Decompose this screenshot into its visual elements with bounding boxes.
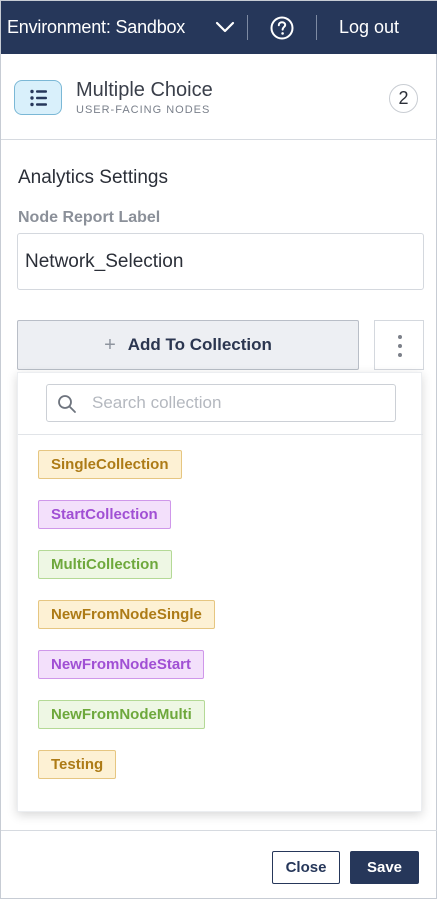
more-options-button[interactable] bbox=[374, 320, 424, 370]
analytics-section-title: Analytics Settings bbox=[18, 167, 168, 188]
collection-tag[interactable]: MultiCollection bbox=[38, 550, 172, 579]
node-count-badge: 2 bbox=[389, 84, 418, 113]
collection-tag[interactable]: NewFromNodeStart bbox=[38, 650, 205, 679]
divider bbox=[316, 15, 317, 40]
environment-label: Environment: Sandbox bbox=[7, 17, 186, 37]
report-label-caption: Node Report Label bbox=[18, 209, 161, 226]
logout-link[interactable]: Log out bbox=[339, 1, 399, 54]
collection-dropdown: SingleCollection StartCollection MultiColl… bbox=[17, 372, 423, 812]
add-to-collection-button[interactable]: + Add To Collection bbox=[17, 320, 359, 370]
more-vertical-icon bbox=[398, 353, 402, 357]
collection-search-input[interactable] bbox=[46, 384, 396, 422]
collection-tag[interactable]: NewFromNodeMulti bbox=[38, 700, 205, 729]
node-header: Multiple Choice USER-FACING NODES 2 bbox=[1, 54, 437, 140]
collection-tag[interactable]: SingleCollection bbox=[38, 450, 182, 479]
node-title: Multiple Choice bbox=[76, 79, 213, 101]
node-subtitle: USER-FACING NODES bbox=[76, 104, 211, 116]
collection-search-area bbox=[18, 373, 423, 435]
close-button[interactable]: Close bbox=[272, 851, 340, 884]
more-vertical-icon bbox=[398, 335, 402, 339]
chevron-down-icon[interactable] bbox=[214, 18, 236, 36]
collection-tag[interactable]: StartCollection bbox=[38, 500, 171, 529]
footer-bar: Close Save bbox=[1, 830, 437, 899]
help-icon[interactable] bbox=[270, 16, 294, 40]
top-bar: Environment: Sandbox Log out bbox=[1, 1, 437, 54]
more-vertical-icon bbox=[398, 344, 402, 348]
list-icon bbox=[14, 80, 62, 115]
plus-icon: + bbox=[104, 333, 116, 356]
collection-tag[interactable]: Testing bbox=[38, 750, 117, 779]
save-button[interactable]: Save bbox=[350, 851, 419, 884]
node-settings-panel: Environment: Sandbox Log out Multiple Ch… bbox=[0, 0, 437, 899]
add-to-collection-label: Add To Collection bbox=[127, 335, 272, 354]
divider bbox=[247, 15, 248, 40]
report-label-input[interactable] bbox=[17, 233, 424, 290]
collection-tag[interactable]: NewFromNodeSingle bbox=[38, 600, 215, 629]
search-icon bbox=[58, 395, 76, 413]
